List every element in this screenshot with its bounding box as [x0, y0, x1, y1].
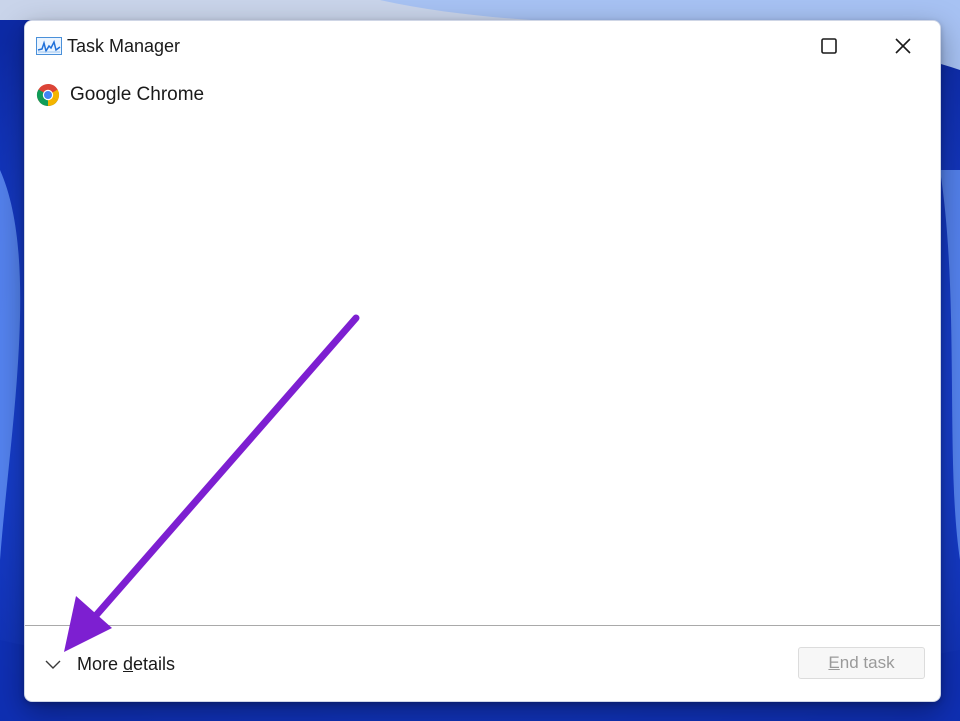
title-bar[interactable]: Task Manager	[25, 21, 940, 71]
task-manager-window: Task Manager Google Chrome More details …	[24, 20, 941, 702]
process-name: Google Chrome	[70, 84, 205, 105]
more-details-button[interactable]: More details	[41, 645, 221, 683]
minimize-icon	[747, 45, 759, 47]
close-button[interactable]	[868, 21, 938, 71]
minimize-button[interactable]	[718, 21, 788, 71]
more-details-label: More details	[77, 653, 176, 674]
performance-graph-icon	[36, 37, 62, 55]
close-icon	[895, 38, 911, 54]
chrome-icon	[36, 84, 60, 107]
end-task-button[interactable]: End task	[798, 647, 925, 679]
maximize-button[interactable]	[794, 21, 864, 71]
maximize-icon	[821, 38, 837, 54]
process-list: Google Chrome	[25, 73, 940, 626]
chevron-down-icon	[45, 660, 61, 669]
window-title: Task Manager	[67, 36, 181, 56]
footer-divider	[25, 625, 940, 626]
process-item[interactable]: Google Chrome	[35, 79, 335, 111]
